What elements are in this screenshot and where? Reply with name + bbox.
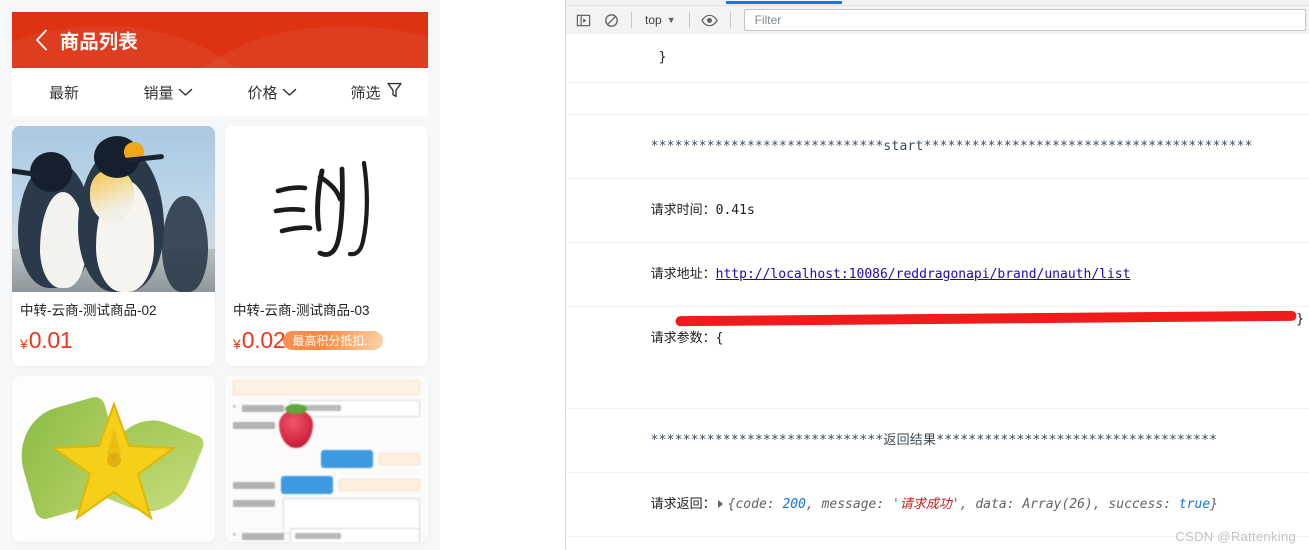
redaction-mark — [675, 311, 1297, 326]
filter-input[interactable] — [752, 12, 1297, 28]
product-price: 0.02 — [241, 327, 286, 353]
request-url-link[interactable]: http://localhost:10086/reddragonapi/bran… — [716, 267, 1131, 282]
toolbar-divider — [729, 12, 731, 28]
product-price-row: ¥ 0.01 — [12, 320, 215, 366]
console-line-blank — [566, 83, 1309, 115]
mobile-app-preview: 商品列表 最新 销量 价格 筛选 中转-云商-测试商品-02 ¥ 0.01 中转… — [0, 0, 440, 550]
console-line: *****************************start******… — [566, 115, 1309, 179]
active-tab-indicator — [726, 1, 842, 4]
product-card[interactable]: 中转-云商-测试商品-02 ¥ 0.01 — [12, 126, 215, 366]
context-selector[interactable]: top ▼ — [639, 10, 682, 30]
mobile-app-viewport: 商品列表 最新 销量 价格 筛选 中转-云商-测试商品-02 ¥ 0.01 中转… — [12, 12, 428, 550]
console-line: } — [566, 34, 1309, 83]
toolbar-divider — [688, 12, 690, 28]
devtools-tabstrip — [566, 0, 1309, 6]
console-line: 请求地址：http://localhost:10086/reddragonapi… — [566, 243, 1309, 307]
context-selector-value: top — [645, 13, 662, 27]
chevron-down-icon — [178, 84, 193, 101]
starfruit-photo — [12, 376, 215, 542]
expand-arrow-icon[interactable] — [717, 500, 723, 508]
console-toolbar: top ▼ — [566, 6, 1309, 35]
sort-item-sales[interactable]: 销量 — [116, 82, 220, 103]
funnel-icon — [386, 82, 402, 102]
chevron-down-icon — [282, 84, 297, 101]
product-title: 中转-云商-测试商品-02 — [20, 303, 157, 318]
sort-item-price[interactable]: 价格 — [220, 82, 324, 103]
form-screenshot: * * — [225, 376, 428, 542]
screen-root: 商品列表 最新 销量 价格 筛选 中转-云商-测试商品-02 ¥ 0.01 中转… — [0, 0, 1309, 550]
product-image: * * — [225, 376, 428, 542]
console-line-result: 请求返回： {code: 200, message: '请求成功', data: … — [566, 473, 1309, 537]
product-card[interactable] — [12, 376, 215, 542]
product-grid: 中转-云商-测试商品-02 ¥ 0.01 中转-云商-测试商品-03 ¥ 0.0… — [12, 126, 428, 542]
watermark: CSDN @Rattenking — [1175, 529, 1296, 544]
sort-filter-bar: 最新 销量 价格 筛选 — [12, 68, 428, 116]
sort-item-newest[interactable]: 最新 — [12, 82, 116, 103]
console-line: 请求时间：0.41s — [566, 179, 1309, 243]
product-price: 0.01 — [28, 327, 73, 353]
devtools-panel: top ▼ } **************************** — [565, 0, 1309, 550]
ink-brush-character — [225, 126, 428, 292]
sort-item-label: 价格 — [247, 84, 278, 102]
chevron-left-icon[interactable] — [28, 29, 54, 51]
chevron-down-icon: ▼ — [666, 15, 676, 25]
product-card[interactable]: 中转-云商-测试商品-03 ¥ 0.02 最高积分抵扣... — [225, 126, 428, 366]
product-title: 中转-云商-测试商品-03 — [233, 303, 370, 318]
console-line-redacted: 请求参数：{ } — [566, 307, 1309, 409]
currency-symbol: ¥ — [20, 335, 28, 352]
console-line: *****************************返回结果*******… — [566, 409, 1309, 473]
status-badge: 最高积分抵扣... — [283, 331, 384, 350]
page-title: 商品列表 — [60, 31, 139, 53]
currency-symbol: ¥ — [233, 335, 241, 352]
toolbar-divider — [631, 12, 632, 28]
product-card[interactable]: * * — [225, 376, 428, 542]
sidebar-toggle-icon[interactable] — [570, 9, 596, 31]
product-image — [225, 126, 428, 292]
clear-console-icon[interactable] — [598, 9, 624, 31]
sort-item-filter[interactable]: 筛选 — [324, 82, 428, 103]
product-image — [12, 126, 215, 292]
sort-item-label: 筛选 — [350, 84, 381, 102]
eye-icon[interactable] — [697, 9, 723, 31]
product-price-row: ¥ 0.02 最高积分抵扣... — [225, 320, 428, 366]
product-image — [12, 376, 215, 542]
sort-item-label: 销量 — [143, 84, 174, 102]
sort-item-label: 最新 — [48, 84, 79, 102]
app-header: 商品列表 — [12, 12, 428, 68]
filter-input-wrapper[interactable] — [743, 9, 1306, 31]
console-output[interactable]: } *****************************start****… — [566, 34, 1309, 550]
penguins-photo — [12, 126, 215, 292]
